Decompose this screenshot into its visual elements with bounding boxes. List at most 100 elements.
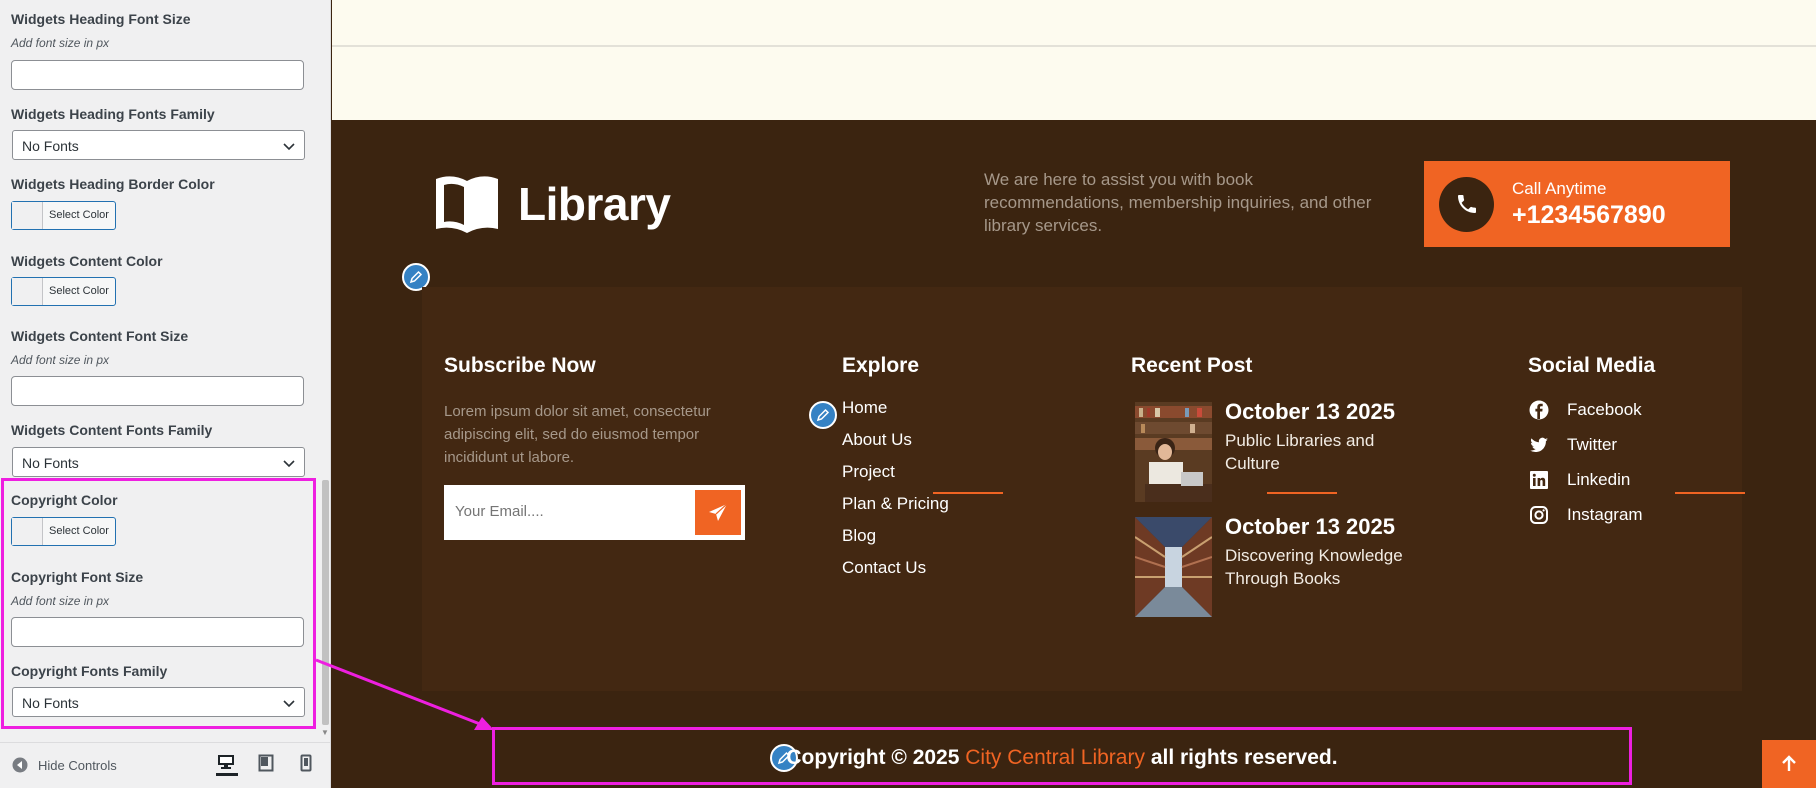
twitter-icon	[1530, 437, 1548, 453]
site-footer: Library We are here to assist you with b…	[332, 120, 1816, 788]
back-to-top-button[interactable]	[1762, 740, 1816, 788]
social-media-title-underline	[1675, 492, 1745, 494]
widgets-content-color-button[interactable]: Select Color	[11, 277, 116, 306]
tablet-preview-button[interactable]	[258, 754, 280, 776]
tablet-icon	[258, 754, 274, 772]
social-link-twitter[interactable]: Twitter	[1529, 435, 1617, 455]
explore-link-contact[interactable]: Contact Us	[842, 558, 926, 578]
explore-link-home[interactable]: Home	[842, 398, 887, 418]
site-preview: Library We are here to assist you with b…	[332, 0, 1816, 788]
control-title: Widgets Content Fonts Family	[11, 422, 213, 438]
content-section-bottom	[332, 0, 1816, 47]
social-label: Linkedin	[1567, 470, 1631, 489]
post-title[interactable]: Public Libraries and Culture	[1225, 429, 1425, 475]
book-icon	[436, 176, 498, 233]
explore-link-blog[interactable]: Blog	[842, 526, 876, 546]
footer-widgets-area: Subscribe Now Lorem ipsum dolor sit amet…	[422, 287, 1745, 691]
explore-title: Explore	[842, 354, 920, 377]
color-button-label: Select Color	[49, 209, 109, 221]
control-widgets-heading-fonts-family: Widgets Heading Fonts Family No Fonts	[11, 106, 305, 160]
control-description: Add font size in px	[11, 36, 110, 50]
control-widgets-heading-font-size: Widgets Heading Font Size Add font size …	[11, 11, 305, 90]
color-button-label: Select Color	[49, 285, 109, 297]
copyright-bar: Copyright © 2025 City Central Library al…	[492, 727, 1632, 785]
call-number: +1234567890	[1512, 200, 1666, 229]
copyright-site-link[interactable]: City Central Library	[965, 746, 1145, 769]
control-title: Widgets Content Font Size	[11, 328, 189, 344]
customizer-footer-controls: Hide Controls	[0, 742, 330, 788]
footer-intro-text: We are here to assist you with book reco…	[984, 170, 1372, 235]
chevron-down-icon	[283, 143, 295, 151]
pencil-icon	[409, 270, 423, 284]
control-description: Add font size in px	[11, 353, 110, 367]
mobile-preview-button[interactable]	[300, 754, 322, 776]
social-media-title: Social Media	[1528, 354, 1656, 377]
site-logo[interactable]: Library	[434, 173, 671, 235]
call-anytime-box[interactable]: Call Anytime +1234567890	[1424, 161, 1730, 247]
subscribe-text: Lorem ipsum dolor sit amet, consectetur …	[444, 403, 711, 466]
control-title: Widgets Heading Border Color	[11, 176, 215, 192]
linkedin-icon	[1530, 471, 1548, 489]
social-link-linkedin[interactable]: Linkedin	[1529, 470, 1630, 490]
desktop-preview-button[interactable]	[216, 754, 238, 776]
subscribe-title: Subscribe Now	[444, 354, 596, 377]
copyright-text: Copyright © 2025 City Central Library al…	[495, 746, 1629, 770]
paper-plane-icon	[709, 503, 728, 521]
control-widgets-content-fonts-family: Widgets Content Fonts Family No Fonts	[11, 422, 305, 477]
explore-link-project[interactable]: Project	[842, 462, 895, 482]
widgets-content-fonts-family-select[interactable]: No Fonts	[12, 447, 305, 477]
mobile-icon	[300, 754, 312, 772]
hide-controls-button[interactable]: Hide Controls	[12, 757, 117, 773]
control-title: Widgets Content Color	[11, 253, 163, 269]
social-label: Instagram	[1567, 505, 1643, 524]
chevron-down-icon	[283, 460, 295, 468]
pencil-icon	[816, 408, 830, 422]
highlight-box-copyright-controls	[1, 478, 316, 729]
subscribe-send-button[interactable]	[695, 490, 741, 535]
recent-post-title: Recent Post	[1131, 354, 1253, 377]
scroll-down-arrow-icon[interactable]: ▼	[321, 728, 330, 737]
subscribe-form	[444, 485, 745, 540]
collapse-arrow-icon	[12, 757, 28, 773]
color-swatch	[12, 202, 43, 229]
instagram-icon	[1530, 506, 1548, 524]
copyright-prefix: Copyright © 2025	[786, 746, 960, 769]
widgets-heading-fonts-family-select[interactable]: No Fonts	[12, 130, 305, 160]
recent-post-title-underline	[1267, 492, 1337, 494]
post-date: October 13 2025	[1225, 514, 1395, 539]
select-value: No Fonts	[22, 138, 79, 154]
call-label: Call Anytime	[1512, 178, 1607, 198]
control-widgets-content-font-size: Widgets Content Font Size Add font size …	[11, 328, 305, 406]
facebook-icon	[1529, 400, 1549, 420]
control-title: Widgets Heading Font Size	[11, 11, 191, 27]
color-swatch	[12, 278, 43, 305]
select-value: No Fonts	[22, 455, 79, 471]
explore-link-pricing[interactable]: Plan & Pricing	[842, 494, 949, 514]
scrollbar-thumb[interactable]	[322, 480, 329, 725]
explore-link-about[interactable]: About Us	[842, 430, 912, 450]
hide-controls-label: Hide Controls	[38, 757, 117, 773]
phone-icon	[1439, 176, 1494, 232]
logo-text: Library	[518, 178, 671, 230]
arrow-up-icon	[1782, 755, 1796, 771]
social-link-instagram[interactable]: Instagram	[1529, 505, 1643, 525]
social-label: Twitter	[1567, 435, 1618, 454]
widgets-content-font-size-input[interactable]	[11, 376, 304, 406]
edit-shortcut-explore[interactable]	[809, 401, 837, 429]
control-widgets-content-color: Widgets Content Color Select Color	[11, 253, 305, 306]
desktop-icon	[218, 755, 234, 769]
post-thumbnail	[1135, 517, 1212, 617]
customizer-sidebar: Widgets Heading Font Size Add font size …	[0, 0, 331, 788]
post-title[interactable]: Discovering Knowledge Through Books	[1225, 544, 1425, 590]
post-date: October 13 2025	[1225, 399, 1395, 424]
social-label: Facebook	[1567, 400, 1642, 419]
call-texts: Call Anytime +1234567890	[1512, 179, 1666, 230]
post-thumbnail	[1135, 402, 1212, 502]
widgets-heading-border-color-button[interactable]: Select Color	[11, 201, 116, 230]
copyright-suffix: all rights reserved.	[1150, 746, 1338, 769]
control-title: Widgets Heading Fonts Family	[11, 106, 215, 122]
social-link-facebook[interactable]: Facebook	[1529, 400, 1642, 420]
widgets-heading-font-size-input[interactable]	[11, 60, 304, 90]
email-input[interactable]	[455, 503, 675, 520]
control-widgets-heading-border-color: Widgets Heading Border Color Select Colo…	[11, 176, 305, 230]
